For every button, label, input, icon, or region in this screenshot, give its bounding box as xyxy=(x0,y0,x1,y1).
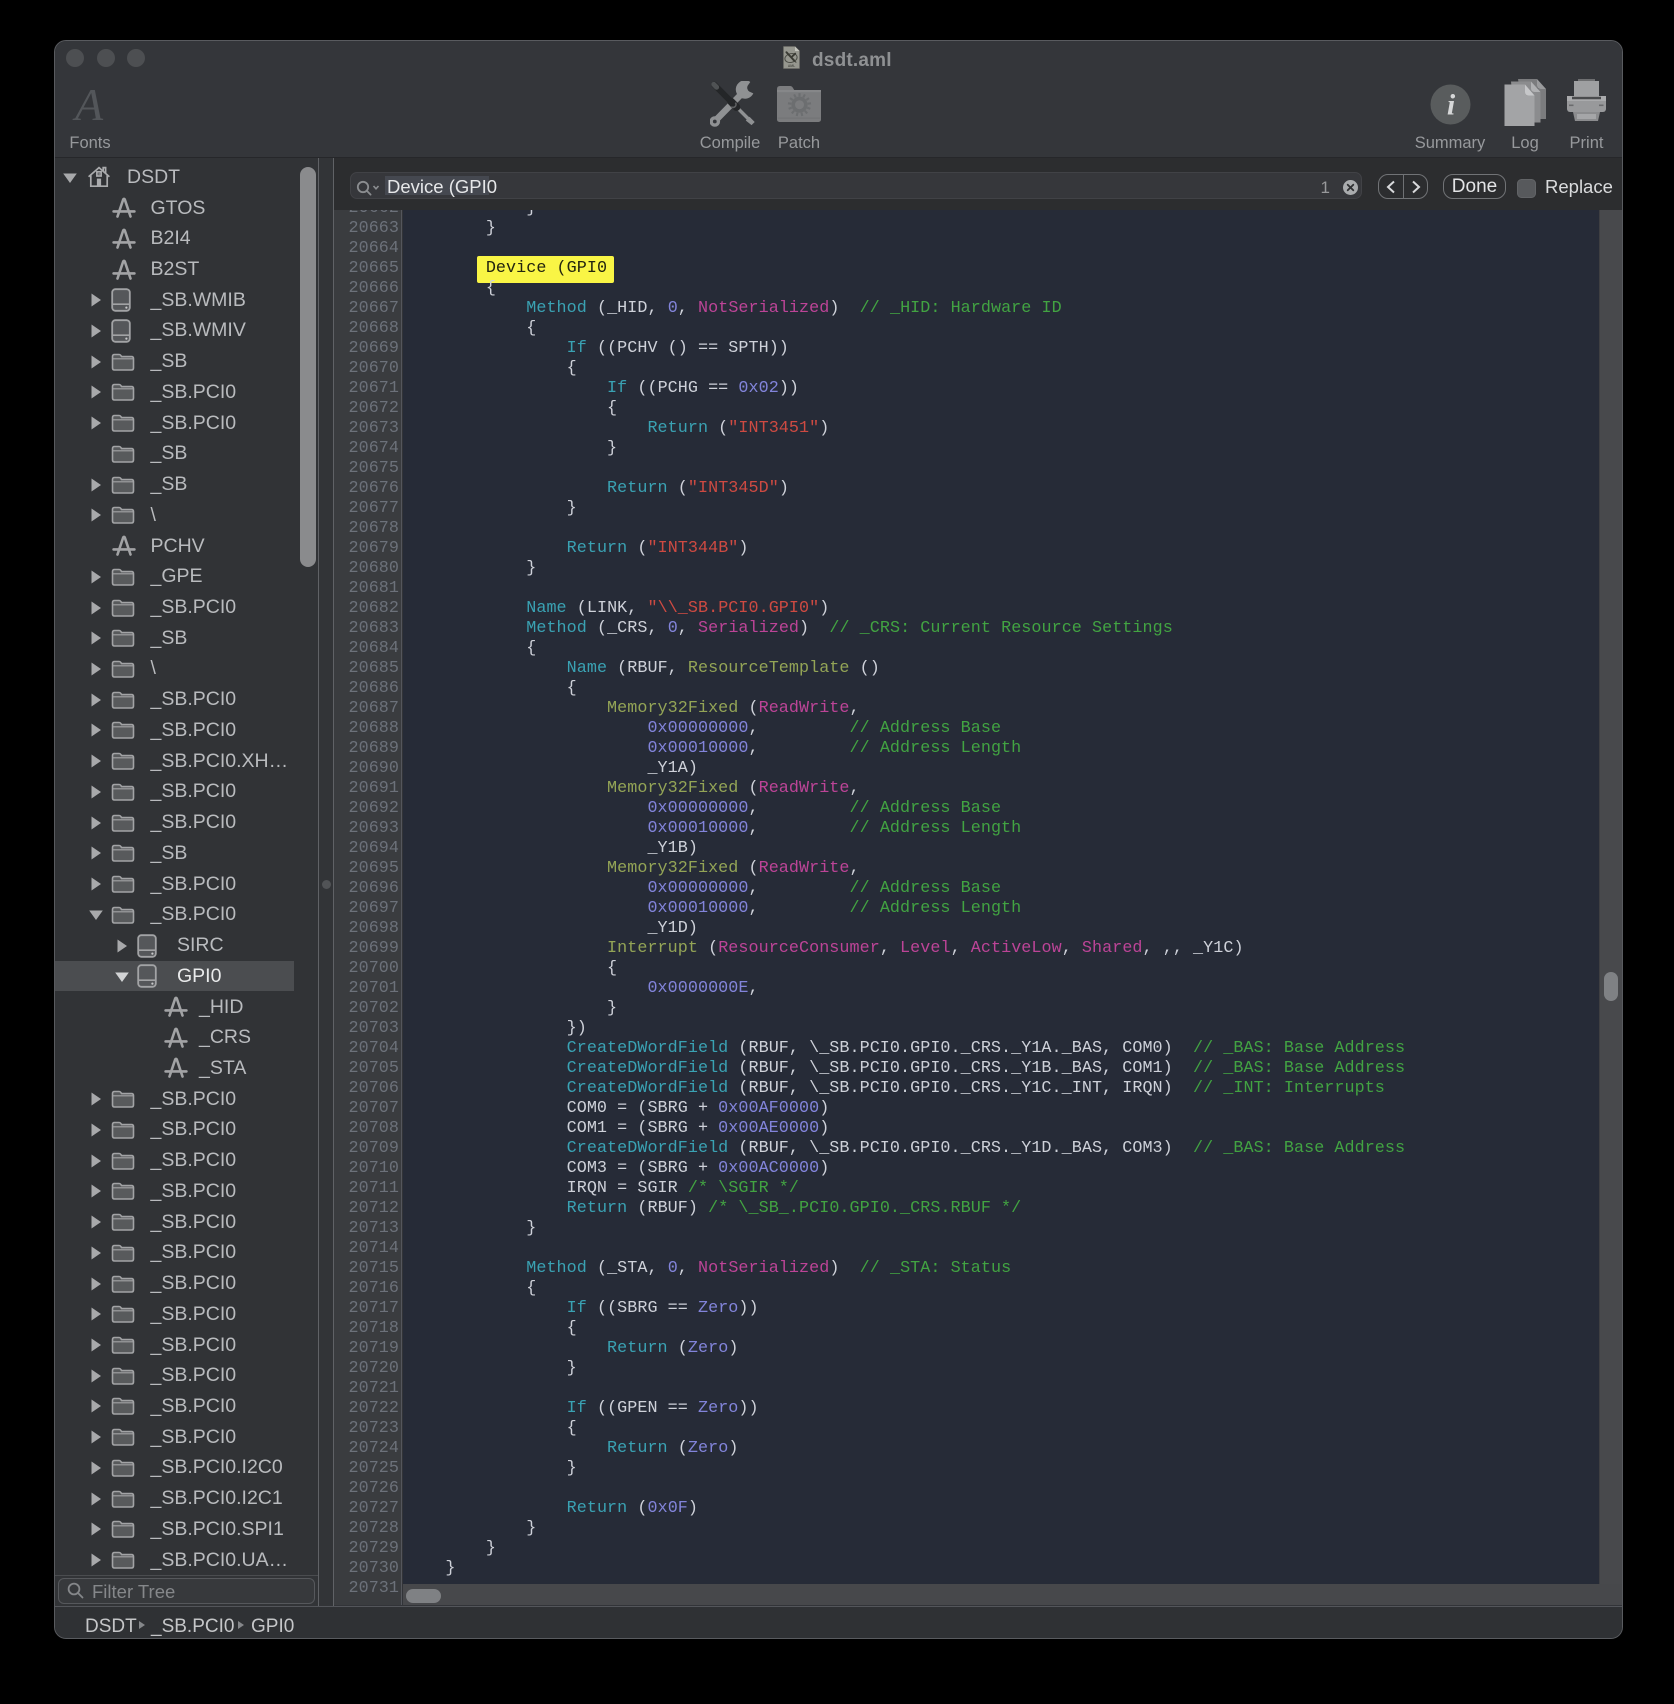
svg-text:i: i xyxy=(1447,89,1456,122)
svg-text:AML: AML xyxy=(788,64,795,68)
